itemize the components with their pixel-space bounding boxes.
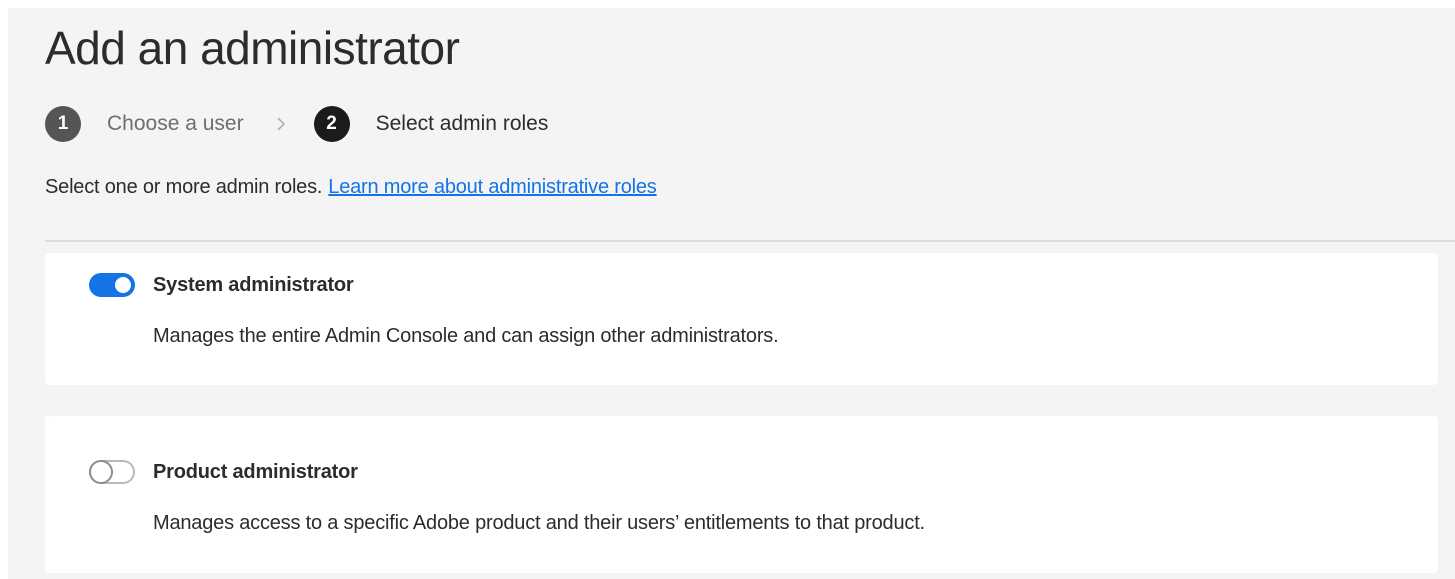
role-card-product-administrator: Product administrator Manages access to … (45, 416, 1438, 573)
step-number-badge: 2 (313, 106, 350, 142)
divider (45, 240, 1455, 242)
add-administrator-panel: Add an administrator 1 Choose a user 2 S… (8, 8, 1455, 579)
step-select-admin-roles: 2 Select admin roles (313, 106, 549, 142)
toggle-knob (89, 460, 113, 484)
role-name: System administrator (153, 273, 354, 296)
product-administrator-toggle[interactable] (89, 460, 135, 484)
role-description: Manages the entire Admin Console and can… (153, 325, 779, 347)
role-card-system-administrator: System administrator Manages the entire … (45, 253, 1438, 385)
step-choose-user[interactable]: 1 Choose a user (45, 106, 244, 142)
chevron-right-icon (276, 116, 286, 132)
role-header: Product administrator (89, 460, 358, 484)
toggle-knob (113, 275, 133, 295)
step-label: Select admin roles (375, 112, 549, 135)
role-header: System administrator (89, 273, 354, 297)
step-label: Choose a user (107, 112, 244, 135)
system-administrator-toggle[interactable] (89, 273, 135, 297)
role-name: Product administrator (153, 460, 358, 483)
instruction-label: Select one or more admin roles. (45, 176, 323, 198)
step-number-badge: 1 (45, 106, 81, 142)
stepper: 1 Choose a user 2 Select admin roles (45, 104, 548, 144)
instruction-text: Select one or more admin roles. Learn mor… (45, 176, 657, 199)
role-description: Manages access to a specific Adobe produ… (153, 512, 925, 534)
learn-more-link[interactable]: Learn more about administrative roles (328, 176, 657, 198)
page-title: Add an administrator (45, 22, 460, 74)
